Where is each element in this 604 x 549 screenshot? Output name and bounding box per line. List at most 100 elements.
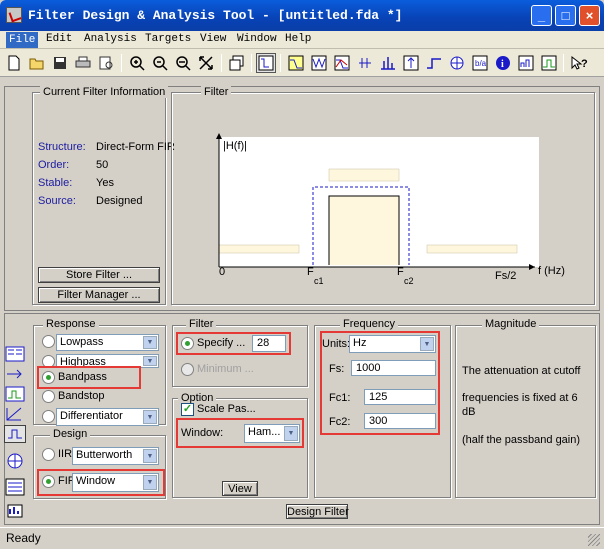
zoom-full-icon[interactable] — [196, 53, 216, 73]
fir-radio[interactable] — [42, 475, 55, 488]
whats-this-icon[interactable]: ? — [569, 53, 589, 73]
store-filter-button[interactable]: Store Filter ... — [38, 267, 160, 283]
lowpass-radio[interactable] — [42, 335, 55, 348]
window-label: Window: — [181, 427, 224, 439]
window-select[interactable]: Ham... ▼ — [244, 424, 300, 443]
bandpass-radio[interactable] — [42, 371, 55, 384]
differentiator-value: Differentiator — [60, 410, 123, 422]
response-legend: Response — [43, 318, 99, 330]
magnitude-text-3: dB — [462, 406, 476, 418]
sidebar-design-icon[interactable] — [4, 425, 26, 443]
specify-order-radio[interactable] — [181, 337, 194, 350]
sidebar-transform-icon[interactable] — [4, 365, 26, 383]
differentiator-radio[interactable] — [42, 410, 55, 423]
chevron-down-icon: ▼ — [143, 410, 157, 424]
rpz-icon[interactable] — [539, 53, 559, 73]
bandpass-label[interactable]: Bandpass — [58, 371, 107, 383]
status-bar: Ready — [0, 527, 604, 549]
bandstop-label[interactable]: Bandstop — [58, 390, 104, 402]
chevron-down-icon: ▼ — [143, 356, 157, 366]
chevron-down-icon: ▼ — [143, 336, 157, 349]
print-preview-icon[interactable] — [96, 53, 116, 73]
menu-targets[interactable]: Targets — [145, 33, 191, 45]
minimum-order-label[interactable]: Minimum ... — [197, 363, 254, 375]
view-window-button[interactable]: View — [222, 481, 258, 496]
filter-diagram: |H(f)| f (Hz) 0 F c1 F c2 Fs/2 — [216, 133, 565, 286]
step-response-icon[interactable] — [424, 53, 444, 73]
impulse-icon[interactable] — [378, 53, 398, 73]
phase-icon[interactable] — [309, 53, 329, 73]
zoom-x-icon[interactable] — [173, 53, 193, 73]
iir-label[interactable]: IIR — [58, 448, 72, 460]
iir-value: Butterworth — [76, 449, 133, 461]
menu-file[interactable]: File — [6, 32, 39, 48]
iir-radio[interactable] — [42, 448, 55, 461]
design-filter-button[interactable]: Design Filter — [286, 504, 349, 519]
units-value: Hz — [353, 337, 367, 349]
order-label: Order: — [38, 159, 70, 171]
zoom-out-icon[interactable] — [150, 53, 170, 73]
full-view-icon[interactable] — [256, 53, 276, 73]
lowpass-select[interactable]: Lowpass ▼ — [56, 334, 159, 351]
units-select[interactable]: Hz ▼ — [349, 335, 436, 353]
group-delay-icon[interactable] — [355, 53, 375, 73]
window-value: Ham... — [248, 426, 281, 438]
magnitude-icon[interactable] — [286, 53, 306, 73]
status-text: Ready — [6, 531, 41, 545]
order-input[interactable]: 28 — [252, 335, 286, 352]
save-icon[interactable] — [50, 53, 70, 73]
fc2-input[interactable]: 300 — [364, 413, 436, 429]
zoom-in-icon[interactable] — [127, 53, 147, 73]
structure-label: Structure: — [38, 141, 86, 153]
menu-window[interactable]: Window — [237, 33, 277, 45]
resize-grip[interactable] — [588, 534, 600, 546]
scale-passband-label[interactable]: Scale Pas... — [197, 403, 256, 415]
coefficients-icon[interactable]: b/a — [470, 53, 490, 73]
scale-passband-checkbox[interactable]: ✓ — [181, 403, 194, 416]
tick-fc2: F — [397, 266, 404, 278]
info-icon[interactable]: i — [493, 53, 513, 73]
bandstop-radio[interactable] — [42, 390, 55, 403]
sidebar-filter-design-icon[interactable] — [4, 345, 26, 363]
print-icon[interactable] — [73, 53, 93, 73]
x-axis-label: f (Hz) — [538, 265, 565, 277]
mag-phase-icon[interactable] — [332, 53, 352, 73]
menu-help[interactable]: Help — [285, 33, 311, 45]
iir-select[interactable]: Butterworth ▼ — [72, 447, 159, 465]
stopband-right — [426, 244, 518, 254]
y-axis-label: |H(f)| — [223, 140, 247, 152]
source-value: Designed — [96, 195, 143, 207]
minimize-button[interactable]: _ — [531, 5, 552, 26]
pole-zero-icon[interactable] — [447, 53, 467, 73]
new-window-icon[interactable] — [227, 53, 247, 73]
step-icon[interactable] — [401, 53, 421, 73]
title-bar[interactable]: Filter Design & Analysis Tool - [untitle… — [0, 0, 604, 31]
sidebar-pole-zero-icon[interactable] — [4, 452, 26, 470]
sidebar-import-icon[interactable] — [4, 405, 26, 423]
maximize-button[interactable]: □ — [555, 5, 576, 26]
sidebar-multirate-icon[interactable] — [4, 478, 26, 496]
differentiator-select[interactable]: Differentiator ▼ — [56, 408, 159, 426]
cost-icon[interactable] — [516, 53, 536, 73]
new-icon[interactable] — [4, 53, 24, 73]
menu-edit[interactable]: Edit — [46, 33, 72, 45]
sidebar-realize-icon[interactable] — [4, 385, 26, 403]
minimum-order-radio[interactable] — [181, 363, 194, 376]
close-button[interactable]: × — [579, 5, 600, 26]
specify-order-label[interactable]: Specify ... — [197, 337, 245, 349]
menu-analysis[interactable]: Analysis — [84, 33, 137, 45]
sidebar-quantize-icon[interactable] — [4, 502, 26, 520]
fir-value: Window — [76, 475, 116, 487]
structure-value: Direct-Form FIR — [96, 141, 175, 153]
svg-text:?: ? — [581, 58, 588, 70]
menu-view[interactable]: View — [200, 33, 226, 45]
filter-manager-button[interactable]: Filter Manager ... — [38, 287, 160, 303]
open-icon[interactable] — [27, 53, 47, 73]
fir-select[interactable]: Window ▼ — [72, 473, 159, 492]
app-icon[interactable] — [6, 7, 22, 23]
fc1-input[interactable]: 125 — [364, 389, 436, 405]
lowpass-value: Lowpass — [60, 336, 104, 348]
passband-top — [328, 168, 400, 182]
fs-input[interactable]: 1000 — [351, 360, 436, 376]
filter-diagram-legend: Filter — [201, 86, 232, 98]
